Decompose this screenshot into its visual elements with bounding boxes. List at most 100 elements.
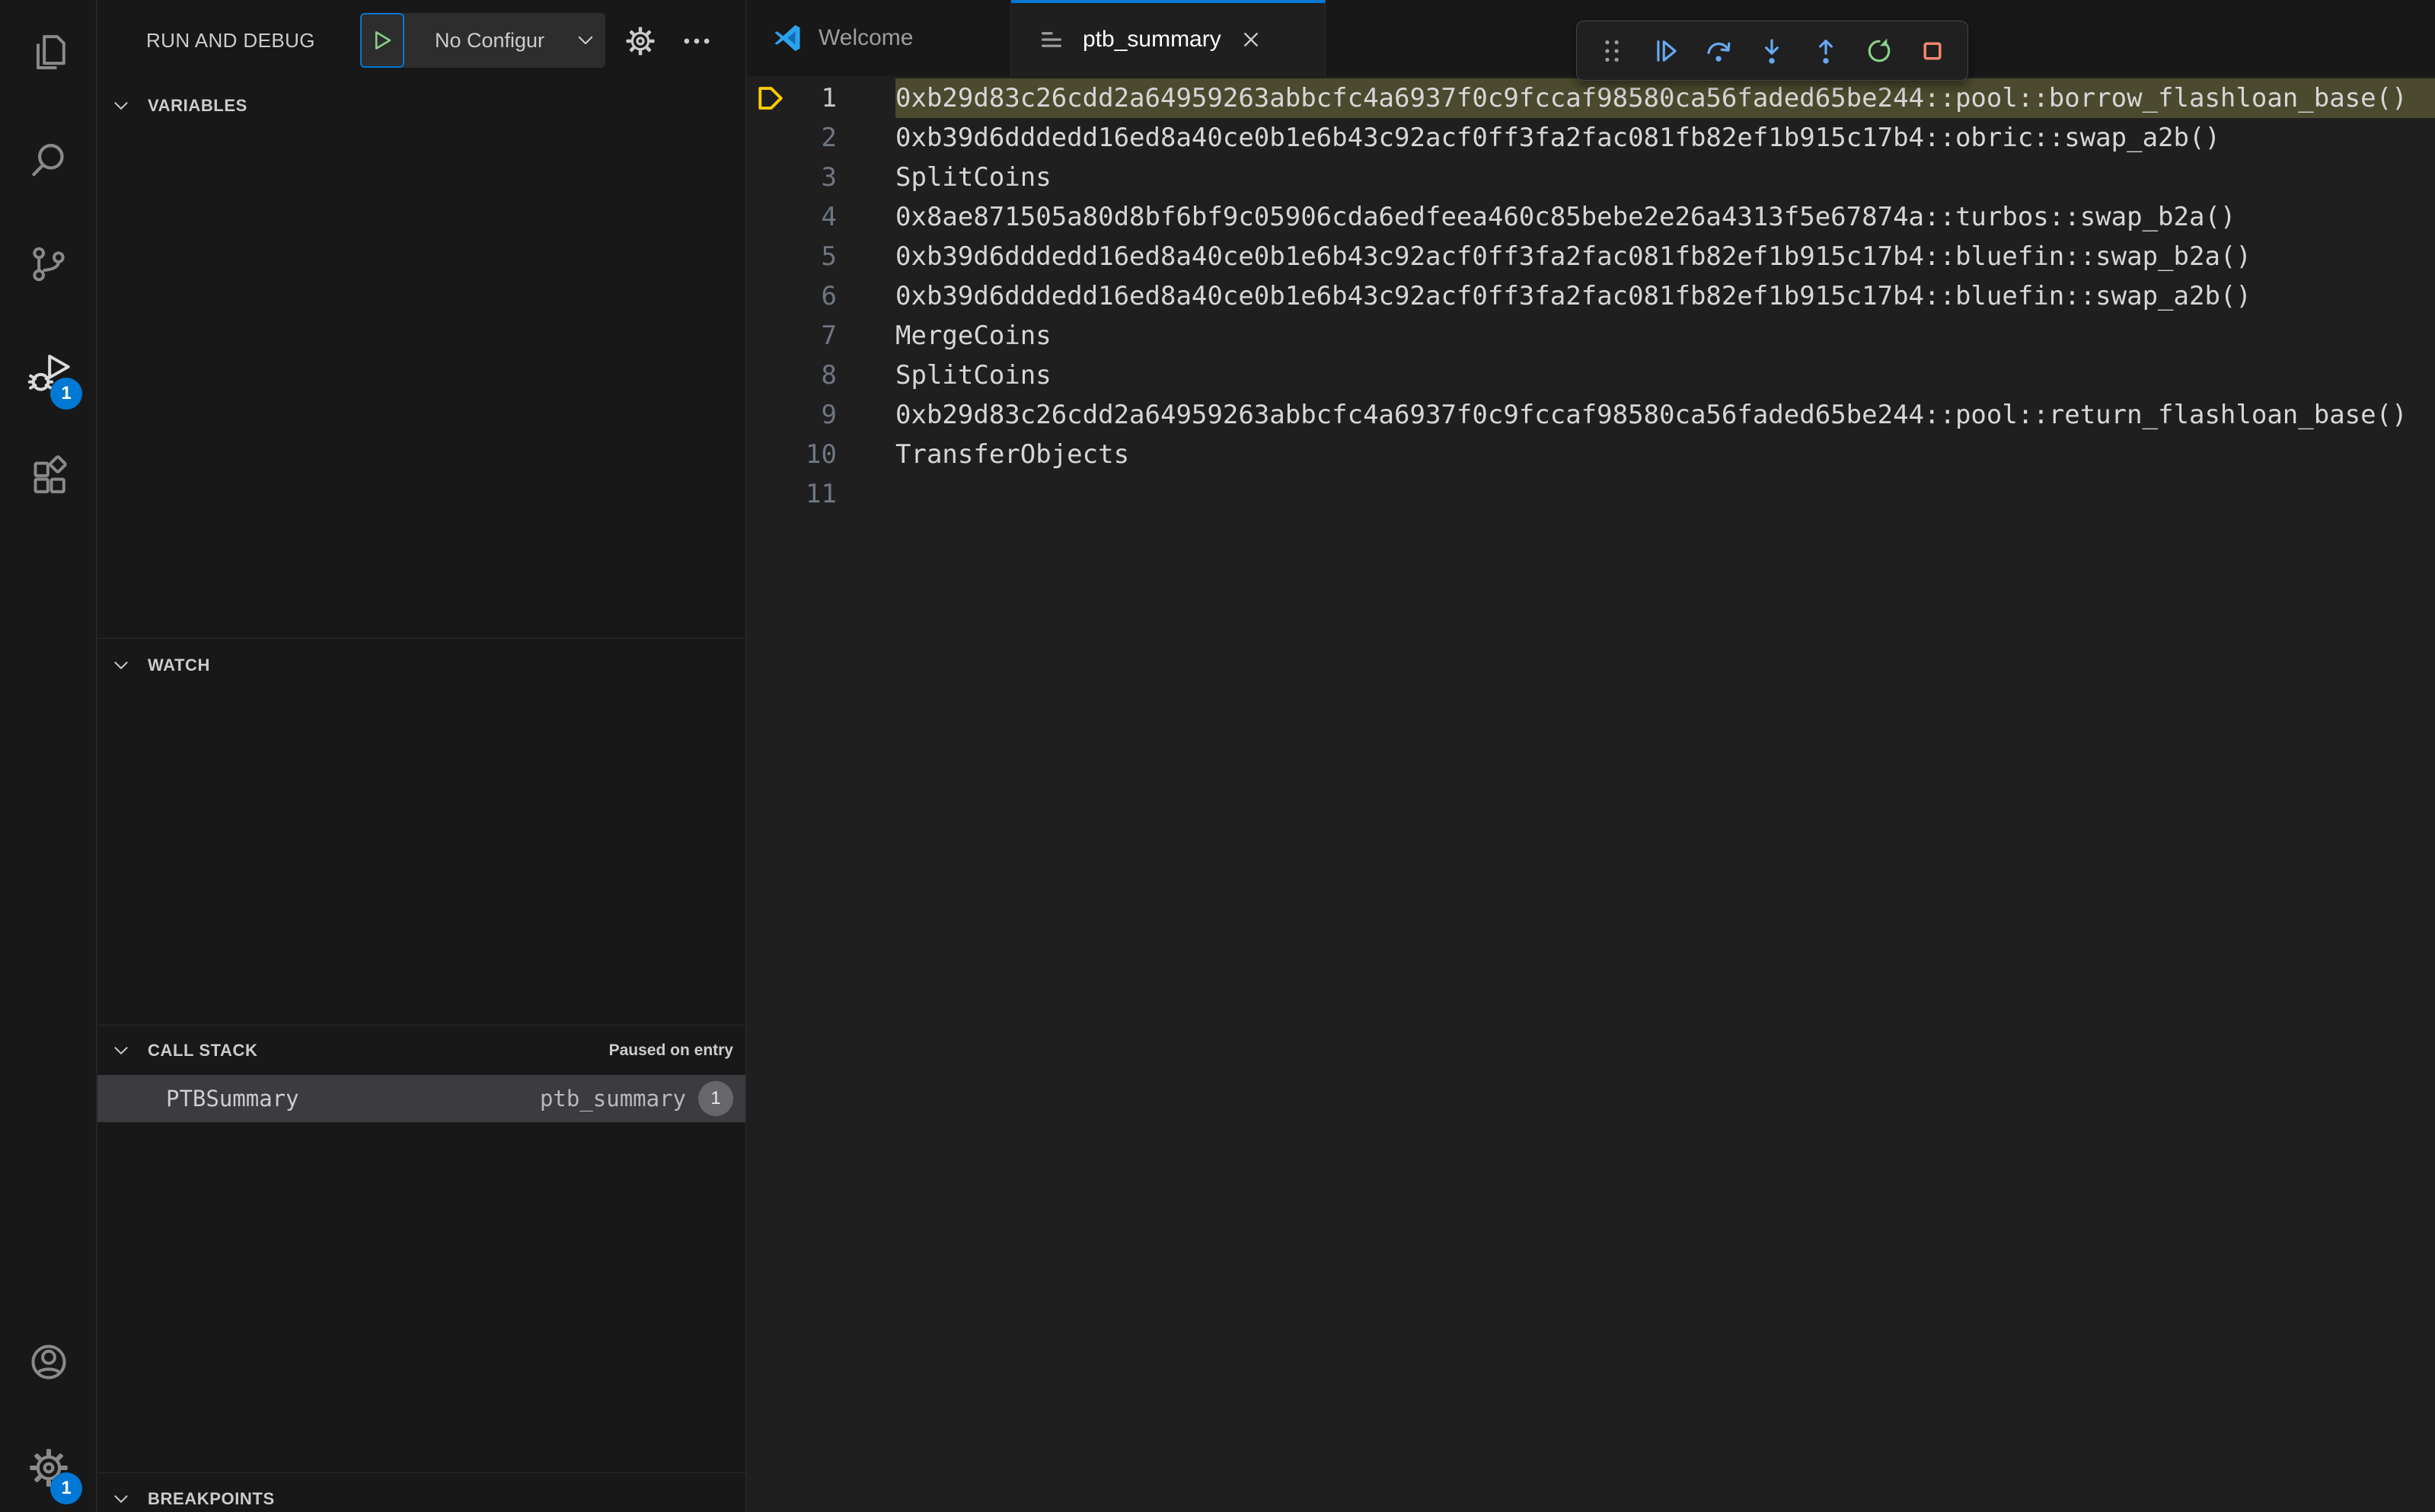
editor-gutter[interactable]: 6 xyxy=(747,276,895,316)
account-icon xyxy=(27,1341,70,1383)
editor-gutter[interactable]: 5 xyxy=(747,237,895,276)
code-text: 0xb29d83c26cdd2a64959263abbcfc4a6937f0c9… xyxy=(895,400,2408,430)
frame-badge: 1 xyxy=(698,1081,733,1116)
chevron-down-icon xyxy=(111,96,131,116)
code-line[interactable]: 11 xyxy=(747,474,2435,514)
activity-item-settings[interactable]: 1 xyxy=(0,1422,97,1512)
code-line[interactable]: 4 0x8ae871505a80d8bf6bf9c05906cda6edfeea4… xyxy=(747,197,2435,237)
code-text: MergeCoins xyxy=(895,321,1052,351)
continue-icon xyxy=(1649,35,1681,67)
grip-icon xyxy=(1596,35,1628,67)
restart-button[interactable] xyxy=(1862,34,1896,68)
line-number: 4 xyxy=(821,202,837,232)
section-divider xyxy=(97,1025,745,1026)
code-line[interactable]: 8 SplitCoins xyxy=(747,356,2435,395)
editor-gutter[interactable]: 10 xyxy=(747,435,895,474)
activity-item-accounts[interactable] xyxy=(0,1316,97,1408)
editor-gutter[interactable]: 8 xyxy=(747,356,895,395)
code-text: 0xb39d6dddedd16ed8a40ce0b1e6b43c92acf0ff… xyxy=(895,241,2251,272)
step-out-icon xyxy=(1810,35,1842,67)
tab-welcome[interactable]: Welcome xyxy=(747,0,1011,76)
file-list-icon xyxy=(1036,24,1068,56)
stop-button[interactable] xyxy=(1916,34,1949,68)
debug-settings-gear-icon[interactable] xyxy=(624,25,656,57)
line-number: 10 xyxy=(806,439,837,470)
section-label: CALL STACK xyxy=(148,1041,258,1060)
code-text: TransferObjects xyxy=(895,439,1130,470)
editor-gutter[interactable]: 7 xyxy=(747,316,895,356)
code-line[interactable]: 5 0xb39d6dddedd16ed8a40ce0b1e6b43c92acf0f… xyxy=(747,237,2435,276)
section-variables[interactable]: VARIABLES xyxy=(97,84,745,128)
debug-toolbar xyxy=(1576,21,1968,81)
activity-item-source-control[interactable] xyxy=(0,219,97,310)
sidebar-header: RUN AND DEBUG No Configur xyxy=(97,0,745,82)
chevron-down-icon xyxy=(111,1489,131,1509)
settings-badge: 1 xyxy=(50,1472,82,1504)
tab-label: ptb_summary xyxy=(1083,27,1221,52)
run-and-debug-sidebar: RUN AND DEBUG No Configur VARIABLES WATC… xyxy=(97,0,746,1512)
close-icon[interactable] xyxy=(1238,27,1264,53)
line-number: 7 xyxy=(821,321,837,351)
activity-item-explorer[interactable] xyxy=(0,6,97,97)
code-line[interactable]: 6 0xb39d6dddedd16ed8a40ce0b1e6b43c92acf0f… xyxy=(747,276,2435,316)
editor-gutter[interactable]: 11 xyxy=(747,474,895,514)
frame-name: PTBSummary xyxy=(166,1086,299,1112)
chevron-down-icon[interactable] xyxy=(575,30,596,51)
section-divider xyxy=(97,1472,745,1473)
vscode-logo-icon xyxy=(771,22,803,54)
section-breakpoints[interactable]: BREAKPOINTS xyxy=(97,1477,745,1512)
step-over-button[interactable] xyxy=(1702,34,1735,68)
activity-item-extensions[interactable] xyxy=(0,431,97,522)
continue-button[interactable] xyxy=(1648,34,1682,68)
editor-group: Welcome ptb_summary 1 0xb29d83c26cdd2a649… xyxy=(747,0,2435,1512)
call-stack-frame-row[interactable]: PTBSummary ptb_summary 1 xyxy=(97,1075,745,1122)
code-line[interactable]: 2 0xb39d6dddedd16ed8a40ce0b1e6b43c92acf0f… xyxy=(747,118,2435,158)
code-line[interactable]: 3 SplitCoins xyxy=(747,158,2435,197)
code-text: 0xb39d6dddedd16ed8a40ce0b1e6b43c92acf0ff… xyxy=(895,281,2251,311)
debug-config-dropdown: No Configur xyxy=(360,13,605,68)
tab-ptb-summary[interactable]: ptb_summary xyxy=(1011,0,1326,76)
tab-label: Welcome xyxy=(819,25,914,50)
files-icon xyxy=(27,30,70,73)
toolbar-drag-grip[interactable] xyxy=(1595,34,1629,68)
more-actions-icon[interactable] xyxy=(681,25,713,57)
activity-item-run-and-debug[interactable]: 1 xyxy=(0,327,97,419)
sidebar-title: RUN AND DEBUG xyxy=(146,29,315,52)
start-debugging-button[interactable] xyxy=(360,13,404,68)
code-line[interactable]: 9 0xb29d83c26cdd2a64959263abbcfc4a6937f0c… xyxy=(747,395,2435,435)
step-over-icon xyxy=(1703,35,1734,67)
step-out-button[interactable] xyxy=(1809,34,1843,68)
restart-icon xyxy=(1863,35,1895,67)
stop-icon xyxy=(1916,35,1948,67)
step-into-button[interactable] xyxy=(1755,34,1789,68)
vscode-window: 1 1 RUN AND DEBUG No Configur VARIABLES xyxy=(0,0,2435,1512)
line-number: 2 xyxy=(821,123,837,153)
code-text: SplitCoins xyxy=(895,360,1052,391)
code-line[interactable]: 7 MergeCoins xyxy=(747,316,2435,356)
config-dropdown-value[interactable]: No Configur xyxy=(404,29,575,53)
editor-gutter[interactable]: 3 xyxy=(747,158,895,197)
section-label: VARIABLES xyxy=(148,96,247,115)
editor-gutter[interactable]: 9 xyxy=(747,395,895,435)
activity-item-search[interactable] xyxy=(0,114,97,206)
editor-lines: 1 0xb29d83c26cdd2a64959263abbcfc4a6937f0c… xyxy=(747,76,2435,1512)
editor-gutter[interactable]: 2 xyxy=(747,118,895,158)
line-number: 3 xyxy=(821,162,837,193)
code-line[interactable]: 1 0xb29d83c26cdd2a64959263abbcfc4a6937f0c… xyxy=(747,78,2435,118)
line-number: 9 xyxy=(821,400,837,430)
step-into-icon xyxy=(1756,35,1788,67)
code-text: 0xb39d6dddedd16ed8a40ce0b1e6b43c92acf0ff… xyxy=(895,123,2220,153)
line-number: 6 xyxy=(821,281,837,311)
line-number: 5 xyxy=(821,241,837,272)
chevron-down-icon xyxy=(111,656,131,675)
editor-gutter[interactable]: 4 xyxy=(747,197,895,237)
play-icon xyxy=(369,27,395,53)
section-call-stack[interactable]: CALL STACK Paused on entry xyxy=(97,1029,745,1073)
activity-bar: 1 1 xyxy=(0,0,97,1512)
editor-gutter[interactable]: 1 xyxy=(747,78,895,118)
section-watch[interactable]: WATCH xyxy=(97,643,745,687)
line-number: 11 xyxy=(806,479,837,509)
code-text: 0x8ae871505a80d8bf6bf9c05906cda6edfeea46… xyxy=(895,202,2236,232)
code-text: 0xb29d83c26cdd2a64959263abbcfc4a6937f0c9… xyxy=(895,83,2408,113)
code-line[interactable]: 10 TransferObjects xyxy=(747,435,2435,474)
